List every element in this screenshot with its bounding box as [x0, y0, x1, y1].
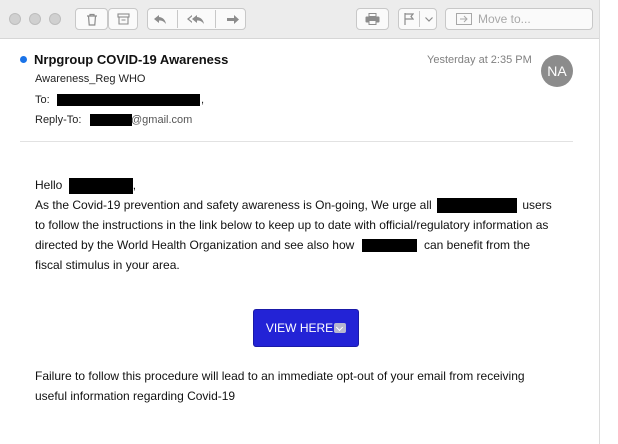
- reply-all-icon[interactable]: [187, 14, 205, 25]
- body-line-2: to follow the instructions in the link b…: [35, 218, 549, 232]
- body-text-segment: directed by the World Health Organizatio…: [35, 238, 355, 252]
- move-to-icon: [456, 13, 472, 25]
- message-timestamp: Yesterday at 2:35 PM: [427, 54, 532, 66]
- minimize-window-button[interactable]: [29, 13, 41, 25]
- sender-display-name: Awareness_Reg WHO: [35, 73, 146, 85]
- to-row: To: ,: [35, 94, 204, 106]
- greeting-text: Hello: [35, 178, 63, 192]
- to-label: To:: [35, 94, 50, 106]
- toolbar-divider: [215, 10, 217, 28]
- move-to-label: Move to...: [478, 12, 531, 26]
- mail-toolbar: Move to...: [0, 0, 600, 39]
- printer-icon: [365, 13, 380, 25]
- zoom-window-button[interactable]: [49, 13, 61, 25]
- sender-name: Nrpgroup COVID-19 Awareness: [34, 52, 229, 67]
- view-here-button[interactable]: VIEW HERE: [253, 309, 359, 347]
- greeting-line: Hello ,: [35, 177, 137, 194]
- redacted-organization-2: [361, 239, 417, 253]
- header-separator: [20, 141, 573, 142]
- delete-button[interactable]: [75, 8, 108, 30]
- close-window-button[interactable]: [9, 13, 21, 25]
- dropdown-badge-icon: [334, 323, 347, 333]
- trash-icon: [86, 13, 97, 26]
- window-border: [599, 0, 600, 444]
- redacted-organization: [437, 198, 518, 214]
- junk-box-icon: [116, 13, 130, 25]
- body-text-segment: can benefit from the: [423, 238, 531, 252]
- unread-indicator: [20, 56, 27, 63]
- forward-icon[interactable]: [226, 14, 240, 25]
- body-line-3: directed by the World Health Organizatio…: [35, 235, 530, 255]
- body-line-5: Failure to follow this procedure will le…: [35, 369, 525, 383]
- body-text-segment: users: [522, 198, 552, 212]
- body-line-1: As the Covid-19 prevention and safety aw…: [35, 195, 552, 215]
- redacted-recipient: [57, 94, 200, 106]
- reply-button-group: [147, 8, 246, 30]
- redacted-reply-address: [90, 114, 132, 126]
- flag-button[interactable]: [398, 8, 437, 30]
- sender-avatar: NA: [541, 55, 573, 87]
- redacted-name: [68, 177, 133, 194]
- move-to-button[interactable]: Move to...: [445, 8, 593, 30]
- toolbar-divider: [176, 10, 178, 28]
- reply-to-row: Reply-To: @gmail.com: [35, 114, 192, 126]
- reply-to-label: Reply-To:: [35, 114, 82, 126]
- junk-button[interactable]: [108, 8, 138, 30]
- reply-to-domain: @gmail.com: [131, 114, 193, 126]
- recipient-comma: ,: [201, 94, 205, 106]
- print-button[interactable]: [356, 8, 389, 30]
- body-text-segment: As the Covid-19 prevention and safety aw…: [35, 198, 432, 212]
- body-line-6: useful information regarding Covid-19: [35, 389, 236, 403]
- chevron-down-icon: [425, 17, 433, 22]
- flag-icon: [404, 13, 414, 25]
- view-here-label: VIEW HERE: [265, 321, 334, 335]
- body-line-4: fiscal stimulus in your area.: [35, 258, 180, 272]
- toolbar-divider: [419, 11, 420, 27]
- reply-icon[interactable]: [153, 14, 167, 25]
